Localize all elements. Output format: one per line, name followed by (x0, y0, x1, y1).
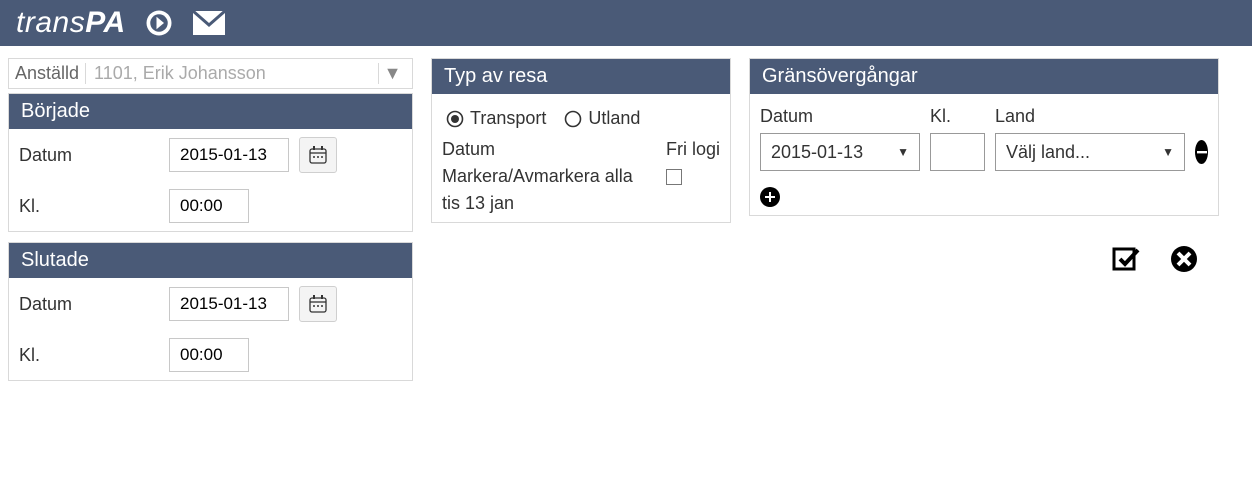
crossing-land-select[interactable]: Välj land... ▼ (995, 133, 1185, 171)
app-header: transPA (0, 0, 1252, 46)
ended-date-input[interactable] (169, 287, 289, 321)
employee-row: Anställd 1101, Erik Johansson ▼ (8, 58, 413, 89)
employee-select[interactable]: 1101, Erik Johansson ▼ (85, 63, 406, 84)
remove-crossing-button[interactable] (1195, 140, 1208, 164)
confirm-icon[interactable] (1111, 244, 1141, 279)
started-time-input[interactable] (169, 189, 249, 223)
trip-frilogi-header: Fri logi (666, 139, 720, 160)
started-title: Började (9, 94, 412, 129)
crossings-column: Gränsövergångar Datum Kl. Land 2015-01-1… (749, 58, 1219, 289)
trip-row-date: tis 13 jan (442, 193, 654, 214)
brand-logo: transPA (16, 6, 126, 40)
chevron-down-icon: ▼ (897, 145, 909, 159)
trip-date-header: Datum (442, 139, 654, 160)
brand-suffix: PA (85, 6, 125, 39)
crossings-date-header: Datum (760, 106, 920, 127)
ended-panel: Slutade Datum Kl. (8, 242, 413, 381)
crossing-date-select[interactable]: 2015-01-13 ▼ (760, 133, 920, 171)
calendar-icon[interactable] (299, 137, 337, 173)
trip-type-title: Typ av resa (432, 59, 730, 94)
action-bar (749, 216, 1219, 289)
crossing-land-value: Välj land... (1006, 142, 1090, 163)
ended-time-input[interactable] (169, 338, 249, 372)
employee-value: 1101, Erik Johansson (94, 63, 266, 84)
transport-label: Transport (470, 108, 546, 129)
started-time-label: Kl. (19, 196, 159, 217)
started-date-input[interactable] (169, 138, 289, 172)
ended-title: Slutade (9, 243, 412, 278)
add-crossing-button[interactable] (760, 187, 780, 207)
trip-type-panel: Typ av resa Transport Utland Datum Fri l… (431, 58, 731, 223)
crossing-date-value: 2015-01-13 (771, 142, 863, 163)
calendar-icon[interactable] (299, 286, 337, 322)
crossings-land-header: Land (995, 106, 1208, 127)
transport-radio[interactable]: Transport (446, 108, 546, 129)
started-panel: Började Datum Kl. (8, 93, 413, 232)
employee-label: Anställd (15, 63, 79, 84)
crossings-panel: Gränsövergångar Datum Kl. Land 2015-01-1… (749, 58, 1219, 216)
chevron-down-icon: ▼ (1162, 145, 1174, 159)
left-column: Anställd 1101, Erik Johansson ▼ Började … (8, 58, 413, 381)
mark-all-checkbox[interactable] (666, 169, 682, 185)
ended-time-label: Kl. (19, 345, 159, 366)
chevron-down-icon: ▼ (378, 63, 406, 84)
crossing-row: 2015-01-13 ▼ Välj land... ▼ (760, 133, 1208, 171)
clock-forward-icon[interactable] (144, 8, 174, 38)
crossings-title: Gränsövergångar (750, 59, 1218, 94)
utland-label: Utland (588, 108, 640, 129)
brand-prefix: trans (16, 6, 85, 39)
started-date-label: Datum (19, 145, 159, 166)
mail-icon[interactable] (192, 10, 226, 36)
ended-date-label: Datum (19, 294, 159, 315)
utland-radio[interactable]: Utland (564, 108, 640, 129)
mark-all-label: Markera/Avmarkera alla (442, 166, 654, 187)
crossing-time-input[interactable] (930, 133, 985, 171)
cancel-icon[interactable] (1169, 244, 1199, 279)
crossings-time-header: Kl. (930, 106, 985, 127)
